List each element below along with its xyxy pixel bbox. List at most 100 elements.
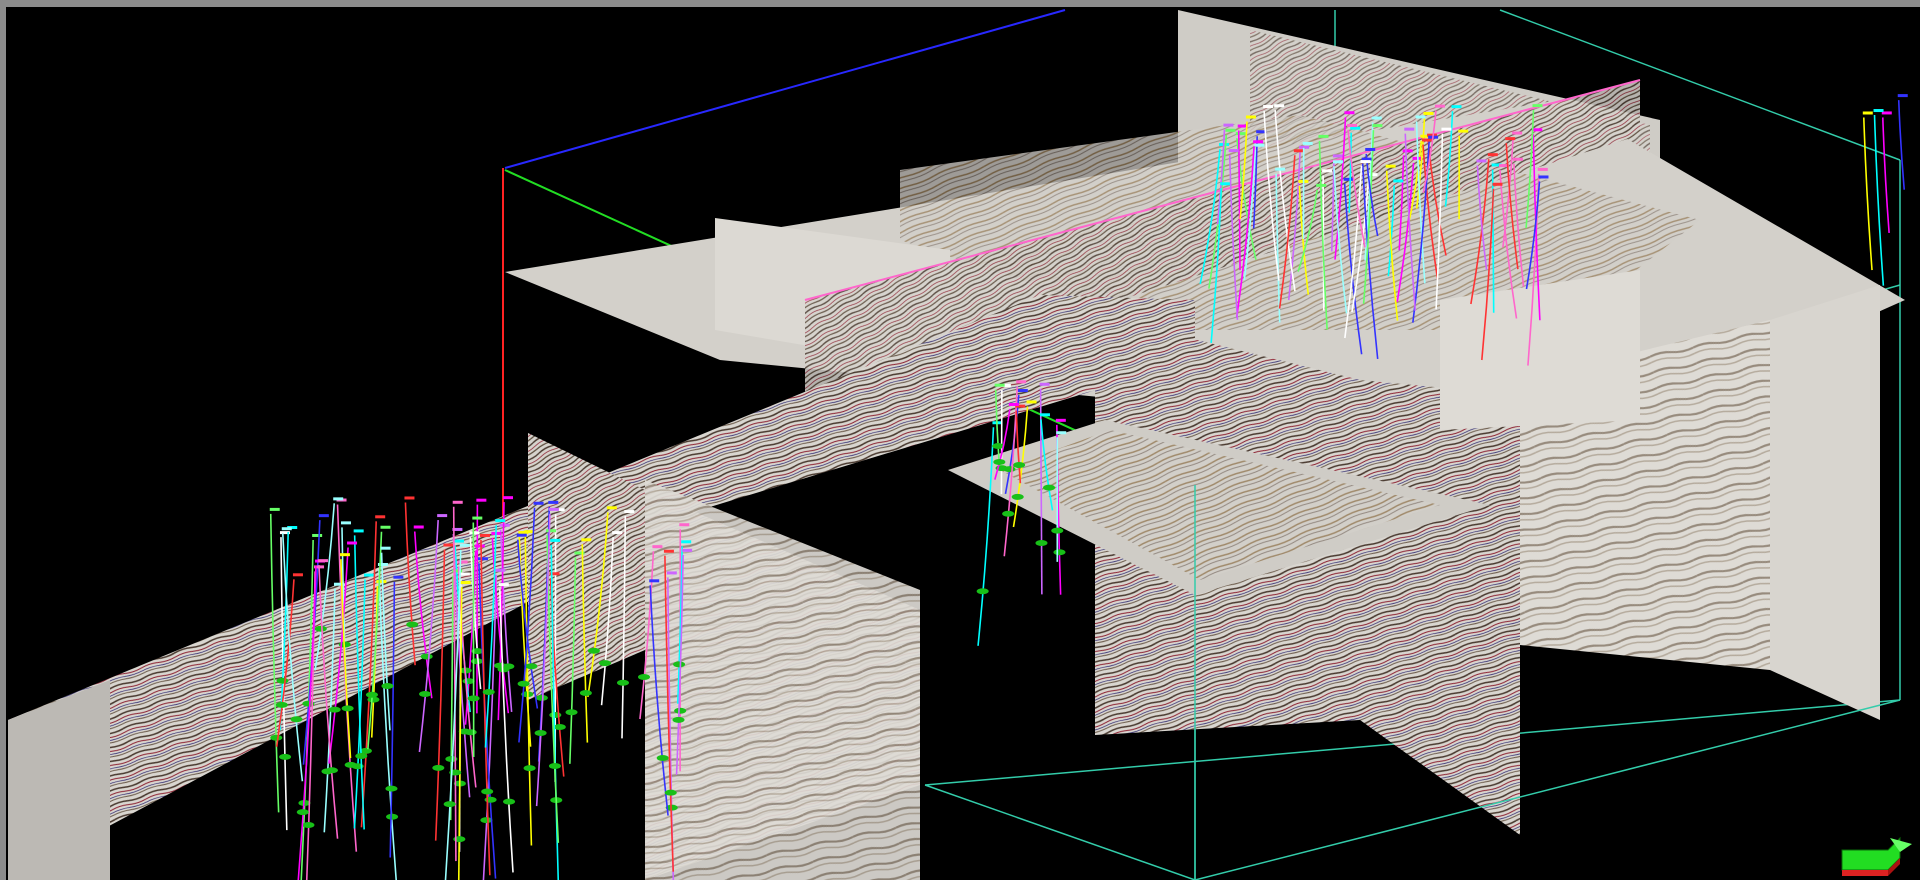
- well-head-label[interactable]: [550, 538, 561, 542]
- well-head-label[interactable]: [1458, 129, 1469, 133]
- well-head-label[interactable]: [1532, 104, 1543, 108]
- well-head-label[interactable]: [477, 557, 488, 561]
- well-head-label[interactable]: [1451, 105, 1462, 109]
- well-head-label[interactable]: [376, 580, 387, 584]
- well-head-label[interactable]: [1512, 157, 1523, 161]
- well-head-label[interactable]: [364, 573, 375, 577]
- well-head-label[interactable]: [472, 516, 483, 520]
- well-head-label[interactable]: [495, 568, 506, 572]
- well-head-label[interactable]: [460, 581, 471, 585]
- well-head-label[interactable]: [1254, 143, 1265, 147]
- well-head-label[interactable]: [452, 500, 463, 504]
- seismic-3d-scene[interactable]: [0, 0, 1920, 880]
- well-head-label[interactable]: [606, 506, 617, 510]
- well-head-label[interactable]: [679, 523, 690, 527]
- well-head-label[interactable]: [1245, 115, 1256, 119]
- well-head-label[interactable]: [1253, 140, 1264, 144]
- well-head-label[interactable]: [459, 572, 470, 576]
- well-head-label[interactable]: [1343, 177, 1354, 181]
- well-head-label[interactable]: [454, 539, 465, 543]
- well-head-label[interactable]: [404, 496, 415, 500]
- well-head-label[interactable]: [994, 383, 1005, 387]
- well-head-label[interactable]: [1275, 167, 1286, 171]
- well-head-label[interactable]: [380, 525, 391, 529]
- well-head-label[interactable]: [649, 579, 660, 583]
- well-head-label[interactable]: [1350, 126, 1361, 130]
- well-head-label[interactable]: [353, 529, 364, 533]
- well-head-label[interactable]: [469, 531, 480, 535]
- well-head-label[interactable]: [1532, 128, 1543, 132]
- 3d-seismic-viewport[interactable]: [0, 0, 1920, 880]
- well-head-label[interactable]: [1434, 104, 1445, 108]
- well-head-label[interactable]: [1228, 149, 1239, 153]
- well-head-label[interactable]: [1039, 413, 1050, 417]
- well-head-label[interactable]: [1274, 104, 1285, 108]
- well-path[interactable]: [1873, 115, 1885, 286]
- well-head-label[interactable]: [1492, 182, 1503, 186]
- well-head-label[interactable]: [380, 546, 391, 550]
- well-head-label[interactable]: [548, 500, 559, 504]
- well-head-label[interactable]: [1862, 111, 1873, 115]
- well-head-label[interactable]: [1344, 111, 1355, 115]
- well-head-label[interactable]: [393, 575, 404, 579]
- well-head-label[interactable]: [682, 548, 693, 552]
- well-head-label[interactable]: [1371, 116, 1382, 120]
- well-head-label[interactable]: [1360, 160, 1371, 164]
- well-head-label[interactable]: [652, 545, 663, 549]
- well-head-label[interactable]: [317, 559, 328, 563]
- well-head-label[interactable]: [1402, 149, 1413, 153]
- well-head-label[interactable]: [269, 507, 280, 511]
- well-head-label[interactable]: [1476, 159, 1487, 163]
- axis-triad-icon[interactable]: [1840, 828, 1914, 876]
- well-head-label[interactable]: [624, 510, 635, 514]
- well-head-label[interactable]: [1016, 380, 1027, 384]
- well-head-label[interactable]: [499, 523, 510, 527]
- well-head-label[interactable]: [546, 529, 557, 533]
- well-head-label[interactable]: [1026, 400, 1037, 404]
- well-head-label[interactable]: [1039, 382, 1050, 386]
- well-head-label[interactable]: [318, 514, 329, 518]
- well-head-label[interactable]: [681, 540, 692, 544]
- well-head-label[interactable]: [1422, 138, 1433, 142]
- well-head-label[interactable]: [476, 498, 487, 502]
- well-head-label[interactable]: [548, 507, 559, 511]
- well-head-label[interactable]: [1318, 134, 1329, 138]
- well-head-label[interactable]: [1056, 431, 1067, 435]
- well-head-label[interactable]: [1538, 175, 1549, 179]
- well-head-label[interactable]: [443, 543, 454, 547]
- well-head-label[interactable]: [1873, 109, 1884, 113]
- well-head-label[interactable]: [333, 497, 344, 501]
- well-head-label[interactable]: [281, 527, 292, 531]
- well-head-label[interactable]: [1415, 115, 1426, 119]
- well-head-label[interactable]: [495, 519, 506, 523]
- well-head-label[interactable]: [1393, 179, 1404, 183]
- well-head-label[interactable]: [1537, 167, 1548, 171]
- well-head-label[interactable]: [437, 514, 448, 518]
- well-head-label[interactable]: [1441, 127, 1452, 131]
- well-head-label[interactable]: [1293, 149, 1304, 153]
- well-head-label[interactable]: [1220, 182, 1231, 186]
- seismic-panel-right-b[interactable]: [1770, 285, 1880, 720]
- well-path[interactable]: [1881, 117, 1890, 233]
- well-head-label[interactable]: [1347, 123, 1358, 127]
- well-head-label[interactable]: [1512, 131, 1523, 135]
- well-head-label[interactable]: [498, 583, 509, 587]
- well-head-label[interactable]: [340, 521, 351, 525]
- well-head-label[interactable]: [1404, 127, 1415, 131]
- well-head-label[interactable]: [1316, 183, 1327, 187]
- well-head-label[interactable]: [1322, 169, 1333, 173]
- well-head-label[interactable]: [1897, 94, 1908, 98]
- well-head-label[interactable]: [459, 543, 470, 547]
- well-head-label[interactable]: [1055, 418, 1066, 422]
- well-head-label[interactable]: [1423, 111, 1434, 115]
- well-head-label[interactable]: [1332, 154, 1343, 158]
- well-head-label[interactable]: [1225, 128, 1236, 132]
- well-head-label[interactable]: [1235, 132, 1246, 136]
- well-head-label[interactable]: [1332, 160, 1343, 164]
- well-head-label[interactable]: [666, 571, 677, 575]
- well-head-label[interactable]: [1008, 402, 1019, 406]
- well-head-label[interactable]: [1487, 153, 1498, 157]
- well-head-label[interactable]: [1372, 124, 1383, 128]
- well-head-label[interactable]: [1385, 164, 1396, 168]
- well-head-label[interactable]: [516, 533, 527, 537]
